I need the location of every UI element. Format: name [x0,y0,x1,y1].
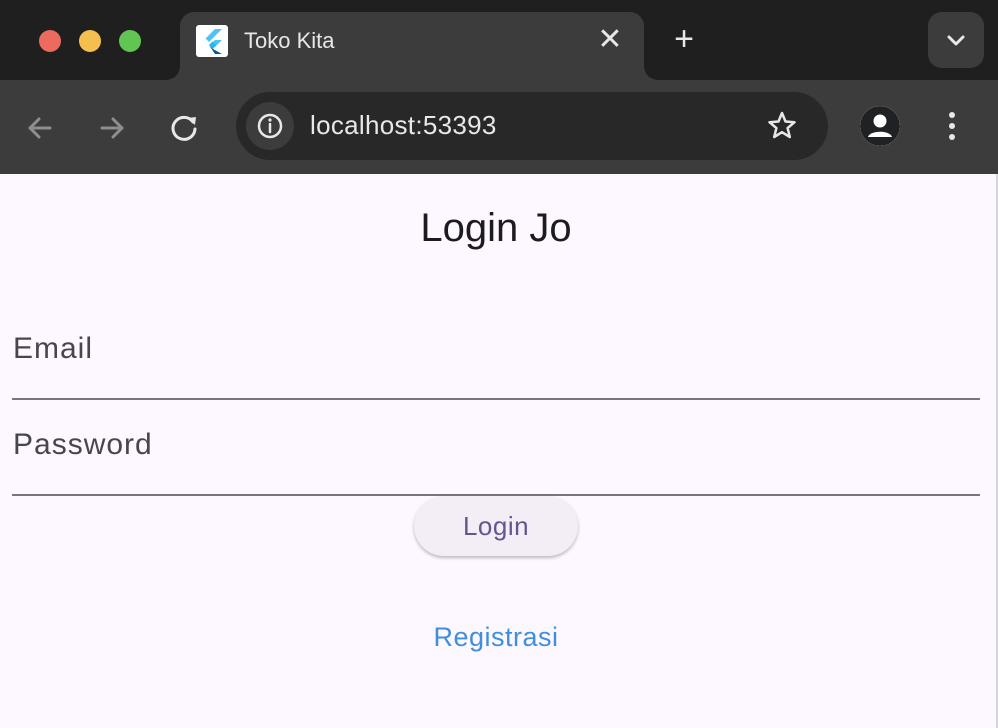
page-title: Login Jo [420,206,572,250]
login-button[interactable]: Login [414,496,578,556]
register-link[interactable]: Registrasi [0,622,992,653]
plus-icon[interactable]: + [664,20,704,60]
email-label: Email [13,332,94,365]
app-content: Login Jo Email Password Login Registrasi [0,174,998,728]
address-bar[interactable]: localhost:53393 [236,92,828,160]
profile-button[interactable] [860,106,900,146]
reload-icon [171,115,197,141]
tab-search-button[interactable] [928,12,984,68]
back-arrow-icon [28,117,52,139]
password-field[interactable]: Password [12,416,980,496]
close-icon[interactable]: ✕ [592,20,628,60]
browser-menu-button[interactable] [936,104,968,148]
browser-tab-strip: Toko Kita ✕ + [0,0,998,80]
info-icon [257,113,283,139]
url-text[interactable]: localhost:53393 [310,110,497,141]
minimize-window-button[interactable] [79,30,101,52]
bookmark-button[interactable] [764,108,800,144]
tab-title: Toko Kita [244,28,335,53]
site-info-button[interactable] [246,102,294,150]
forward-arrow-icon [100,117,124,139]
back-button[interactable] [18,106,62,150]
star-icon [768,111,796,139]
close-window-button[interactable] [39,30,61,52]
profile-icon [860,106,900,146]
reload-button[interactable] [162,106,206,150]
maximize-window-button[interactable] [119,30,141,52]
register-link-label[interactable]: Registrasi [433,622,558,652]
forward-button[interactable] [90,106,134,150]
email-field[interactable]: Email [12,320,980,400]
password-label: Password [13,428,153,461]
flutter-logo-icon [196,25,228,57]
browser-tab[interactable]: Toko Kita ✕ [180,12,644,80]
more-vert-icon [949,112,955,140]
chevron-down-icon [947,35,965,46]
browser-toolbar: localhost:53393 [0,80,998,174]
